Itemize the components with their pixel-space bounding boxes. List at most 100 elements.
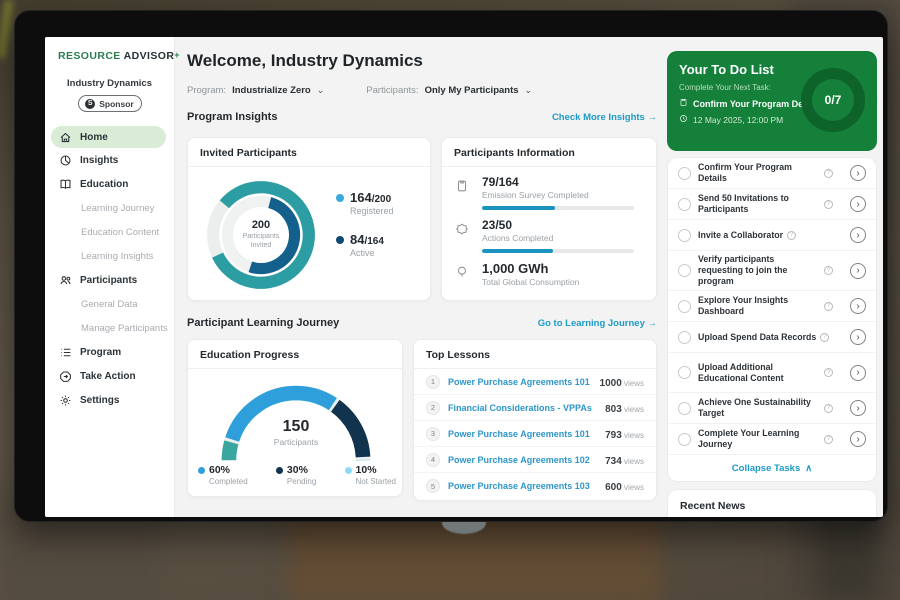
todo-summary-card: Your To Do List Complete Your Next Task:…	[667, 51, 877, 151]
participants-select[interactable]: Participants: Only My Participants ⌄	[366, 85, 532, 96]
info-icon[interactable]: ?	[820, 333, 829, 342]
program-label: Program:	[187, 85, 226, 96]
info-icon[interactable]: ?	[824, 368, 833, 377]
sidebar-item-take-action[interactable]: Take Action	[45, 364, 174, 388]
legend-label: Not Started	[356, 477, 396, 486]
task-row: Verify participants requesting to join t…	[668, 251, 876, 291]
sidebar-item-label: Take Action	[80, 371, 136, 382]
views-count: 793	[605, 430, 622, 441]
lesson-link[interactable]: Power Purchase Agreements 101	[448, 377, 590, 387]
legend-not-started: 10% Not Started	[345, 464, 396, 486]
sidebar-item-general-data[interactable]: General Data	[45, 292, 174, 316]
program-select[interactable]: Program: Industrialize Zero ⌄	[187, 85, 324, 96]
task-checkbox[interactable]	[678, 402, 691, 415]
lesson-row: 1 Power Purchase Agreements 101 1000 vie…	[414, 369, 656, 395]
legend-total: /200	[372, 194, 391, 205]
top-lessons-card: Top Lessons 1 Power Purchase Agreements …	[413, 339, 657, 501]
sidebar-item-label: Settings	[80, 395, 119, 406]
stat-value: 1,000 GWh	[482, 261, 644, 276]
views-count: 803	[605, 404, 622, 415]
info-icon[interactable]: ?	[824, 404, 833, 413]
sidebar-item-label: Insights	[80, 155, 118, 166]
task-checkbox[interactable]	[678, 331, 691, 344]
sponsor-icon: S	[85, 99, 95, 109]
link-label: Check More Insights	[552, 112, 645, 123]
stat-global-consumption: 1,000 GWh Total Global Consumption	[442, 253, 656, 287]
app-logo: RESOURCE ADVISOR+	[45, 37, 174, 62]
learning-journey-header: Participant Learning Journey Go to Learn…	[187, 317, 657, 329]
info-icon[interactable]: ?	[824, 266, 833, 275]
task-go-button[interactable]: ›	[850, 227, 866, 243]
task-checkbox[interactable]	[678, 229, 691, 242]
task-label: Upload Spend Data Records	[698, 332, 816, 343]
task-label: Achieve One Sustainability Target	[698, 397, 820, 419]
task-go-button[interactable]: ›	[850, 329, 866, 345]
info-icon[interactable]: ?	[787, 231, 796, 240]
legend-total: /164	[364, 236, 383, 247]
org-name: Industry Dynamics	[45, 78, 174, 89]
stat-value: 79/164	[482, 175, 644, 189]
rank-badge: 5	[426, 479, 440, 493]
task-go-button[interactable]: ›	[850, 165, 866, 181]
task-checkbox[interactable]	[678, 167, 691, 180]
lesson-link[interactable]: Power Purchase Agreements 103	[448, 481, 590, 491]
views-suffix: views	[622, 457, 644, 466]
info-icon[interactable]: ?	[824, 435, 833, 444]
sidebar-item-label: General Data	[81, 299, 138, 310]
task-checkbox[interactable]	[678, 433, 691, 446]
task-go-button[interactable]: ›	[850, 263, 866, 279]
sidebar-item-education[interactable]: Education	[45, 172, 174, 196]
task-checkbox[interactable]	[678, 198, 691, 211]
sidebar-item-settings[interactable]: Settings	[45, 388, 174, 412]
task-row: Invite a Collaborator ? ›	[668, 220, 876, 251]
lesson-link[interactable]: Power Purchase Agreements 102	[448, 455, 590, 465]
survey-icon	[455, 179, 469, 193]
collapse-label: Collapse Tasks	[732, 463, 800, 474]
lesson-row: 3 Power Purchase Agreements 101 793 view…	[414, 421, 656, 447]
sidebar-item-education-content[interactable]: Education Content	[45, 220, 174, 244]
collapse-tasks-button[interactable]: Collapse Tasks ∧	[668, 455, 876, 481]
lesson-link[interactable]: Power Purchase Agreements 101	[448, 429, 590, 439]
lesson-link[interactable]: Financial Considerations - VPPAs	[448, 403, 592, 413]
task-go-button[interactable]: ›	[850, 400, 866, 416]
task-checkbox[interactable]	[678, 300, 691, 313]
chevron-down-icon: ⌄	[525, 85, 533, 96]
sidebar-item-label: Learning Journey	[81, 203, 154, 214]
task-checkbox[interactable]	[678, 264, 691, 277]
task-go-button[interactable]: ›	[850, 298, 866, 314]
program-value: Industrialize Zero	[232, 85, 311, 96]
views-count: 1000	[600, 378, 622, 389]
sidebar-item-program[interactable]: Program	[45, 340, 174, 364]
task-go-button[interactable]: ›	[850, 196, 866, 212]
sidebar-item-home[interactable]: Home	[51, 126, 166, 148]
card-title: Invited Participants	[188, 138, 430, 167]
sidebar-item-learning-insights[interactable]: Learning Insights	[45, 244, 174, 268]
task-go-button[interactable]: ›	[850, 431, 866, 447]
sidebar-item-learning-journey[interactable]: Learning Journey	[45, 196, 174, 220]
legend-label: Pending	[287, 477, 316, 486]
dashboard-screen: RESOURCE ADVISOR+ Industry Dynamics S Sp…	[45, 37, 883, 517]
sidebar-item-label: Education Content	[81, 227, 159, 238]
info-icon[interactable]: ?	[824, 302, 833, 311]
task-row: Complete Your Learning Journey ? ›	[668, 424, 876, 455]
views-suffix: views	[622, 431, 644, 440]
go-to-learning-journey-link[interactable]: Go to Learning Journey →	[538, 318, 657, 329]
info-icon[interactable]: ?	[824, 200, 833, 209]
task-checkbox[interactable]	[678, 366, 691, 379]
action-icon	[59, 370, 72, 383]
sidebar-item-participants[interactable]: Participants	[45, 268, 174, 292]
task-go-button[interactable]: ›	[850, 365, 866, 381]
legend-completed: 60% Completed	[198, 464, 248, 486]
invited-participants-card: Invited Participants 200 Participants In…	[187, 137, 431, 301]
sidebar-item-insights[interactable]: Insights	[45, 148, 174, 172]
sidebar-item-manage-participants[interactable]: Manage Participants	[45, 316, 174, 340]
views-suffix: views	[622, 405, 644, 414]
task-row: Upload Spend Data Records ? ›	[668, 322, 876, 353]
sidebar-menu: Home Insights Education Learning Journey…	[45, 126, 174, 412]
task-row: Upload Additional Educational Content ? …	[668, 353, 876, 393]
rank-badge: 3	[426, 427, 440, 441]
check-more-insights-link[interactable]: Check More Insights →	[552, 112, 657, 123]
legend-label: Completed	[209, 477, 248, 486]
info-icon[interactable]: ?	[824, 169, 833, 178]
legend-dot	[198, 467, 205, 474]
